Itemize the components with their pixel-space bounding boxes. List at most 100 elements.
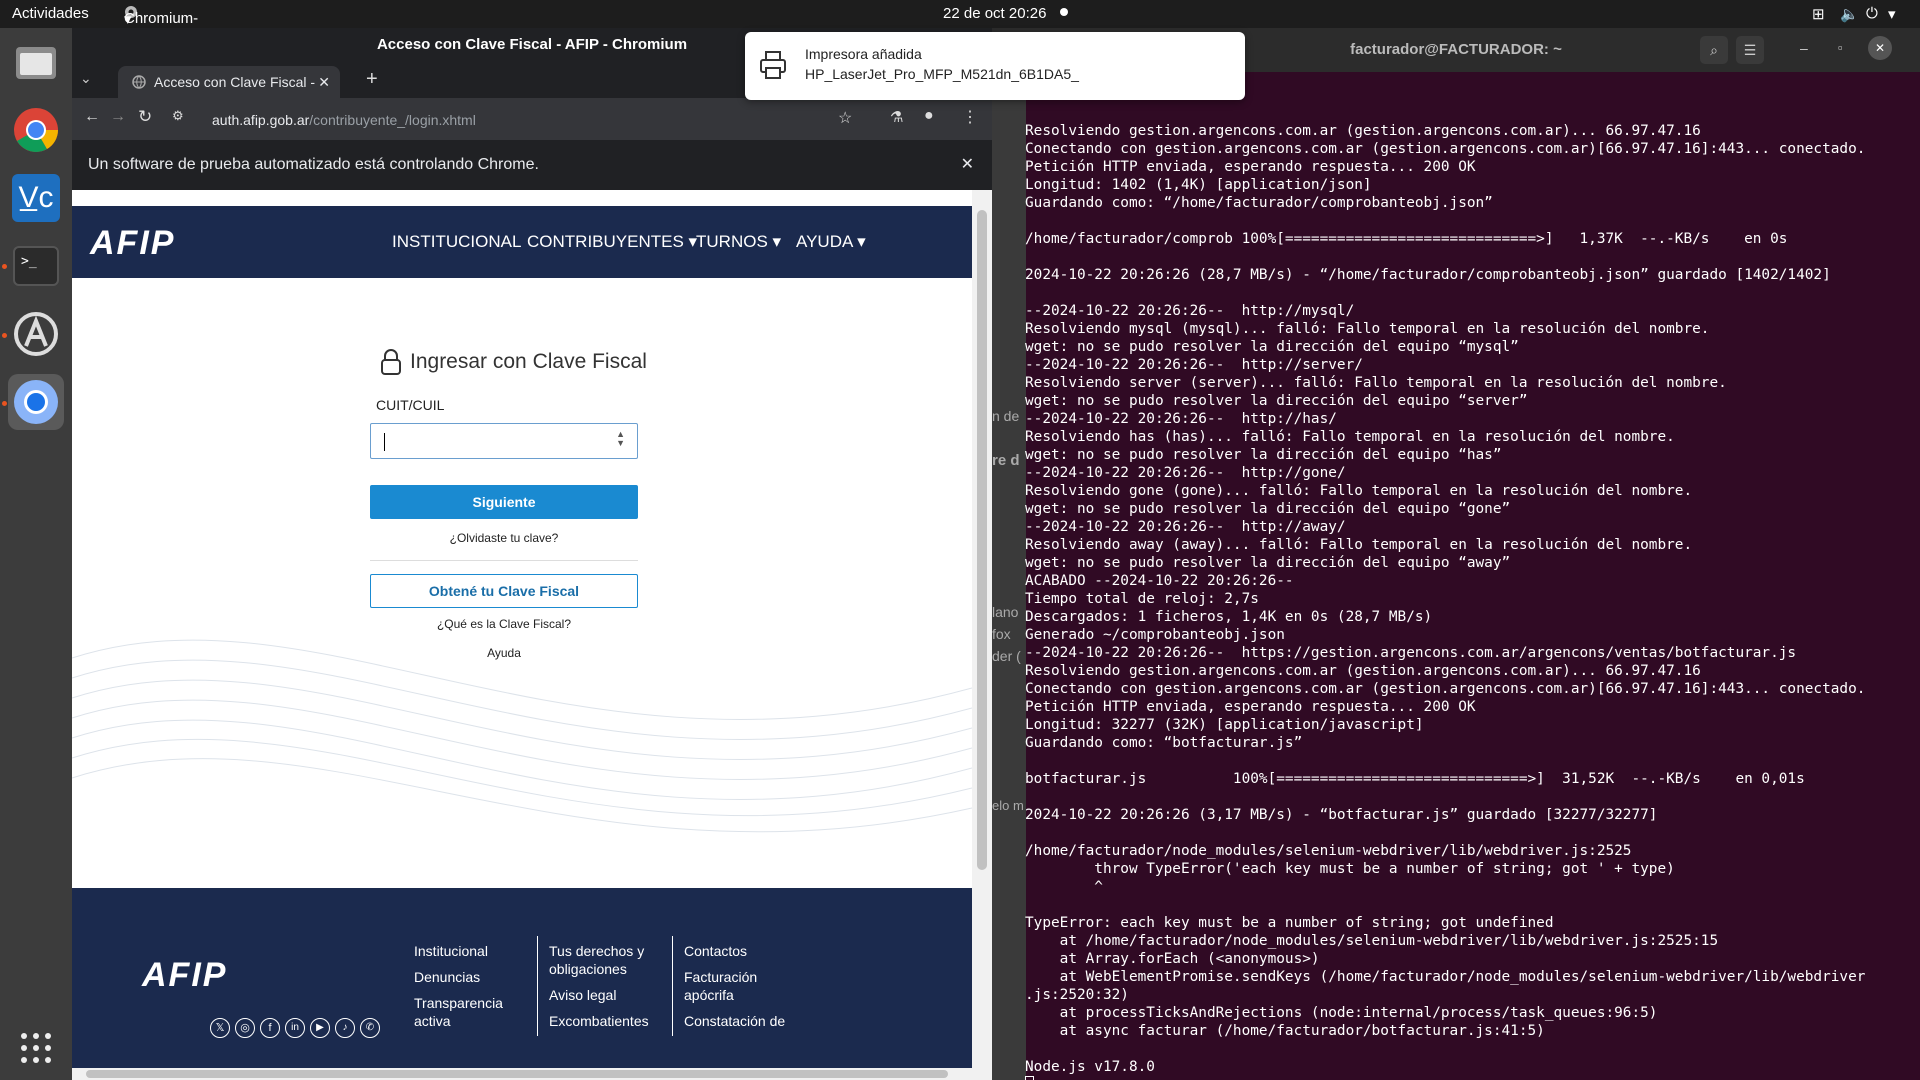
browser-window: Acceso con Clave Fiscal - AFIP - Chromiu… [72, 28, 992, 1080]
terminal-body[interactable]: n de re d lano fox der ( elo m Resolvien… [992, 72, 1920, 1080]
menu-kebab-icon[interactable]: ⋮ [962, 107, 978, 127]
close-window-icon[interactable]: ✕ [1868, 36, 1892, 60]
nav-ayuda[interactable]: AYUDA ▾ [796, 232, 866, 252]
footer-link[interactable]: Contactos [684, 942, 785, 960]
youtube-icon[interactable]: ▶ [310, 1018, 330, 1038]
address-bar[interactable]: auth.afip.gob.ar/contribuyente_/login.xh… [212, 106, 932, 134]
nav-turnos[interactable]: TURNOS ▾ [696, 232, 781, 252]
footer-link[interactable]: Denuncias [414, 968, 503, 986]
terminal-line: Resolviendo gone (gone)... falló: Fallo … [1025, 483, 1693, 499]
notification-dot-icon [1060, 8, 1068, 16]
terminal-line: wget: no se pudo resolver la dirección d… [1025, 339, 1519, 355]
footer-link[interactable]: Constatación de [684, 1012, 785, 1030]
vscode-icon[interactable]: V̲c [8, 170, 64, 226]
help-link[interactable]: Ayuda [370, 646, 638, 660]
terminal-line: Petición HTTP enviada, esperando respues… [1025, 699, 1476, 715]
nav-institucional[interactable]: INSTITUCIONAL [392, 232, 521, 252]
forgot-link[interactable]: ¿Olvidaste tu clave? [370, 531, 638, 545]
new-tab-icon[interactable]: + [366, 68, 378, 91]
scrollbar-thumb[interactable] [86, 1070, 948, 1078]
terminal-line: at WebElementPromise.sendKeys (/home/fac… [1025, 969, 1866, 985]
tab-search-icon[interactable]: ⌄ [80, 70, 92, 87]
back-icon[interactable]: ← [84, 108, 100, 126]
next-button[interactable]: Siguiente [370, 485, 638, 519]
running-indicator [2, 401, 7, 406]
network-icon[interactable]: ⊞ [1812, 5, 1825, 23]
hamburger-menu-icon[interactable]: ☰ [1736, 36, 1764, 64]
files-icon[interactable] [8, 34, 64, 90]
activities-button[interactable]: Actividades [12, 5, 89, 22]
horizontal-scrollbar[interactable] [72, 1068, 972, 1080]
dock: V̲c >_ [0, 28, 72, 1080]
site-info-icon[interactable]: ⚙ [172, 108, 184, 124]
login-heading: Ingresar con Clave Fiscal [380, 348, 647, 376]
notification-body: HP_LaserJet_Pro_MFP_M521dn_6B1DA5_ [805, 66, 1079, 82]
footer-link[interactable]: apócrifa [684, 986, 785, 1004]
search-icon[interactable]: ⌕ [1700, 36, 1728, 64]
afip-navbar: AFIP INSTITUCIONAL CONTRIBUYENTES ▾ TURN… [72, 206, 972, 278]
footer-divider [537, 936, 538, 1036]
tab-afip[interactable]: Acceso con Clave Fiscal - ✕ [118, 66, 340, 98]
facebook-icon[interactable]: f [260, 1018, 280, 1038]
chevron-down-icon[interactable]: ▾ [1888, 5, 1896, 23]
bookmark-star-icon[interactable]: ☆ [838, 108, 852, 128]
get-key-button[interactable]: Obtené tu Clave Fiscal [370, 574, 638, 608]
x-social-icon[interactable]: 𝕏 [210, 1018, 230, 1038]
reload-icon[interactable]: ↻ [138, 107, 152, 127]
footer-col-1: Institucional Denuncias Transparencia ac… [414, 942, 503, 1030]
footer-link[interactable]: activa [414, 1012, 503, 1030]
terminal-line: ^ [1025, 879, 1103, 895]
footer-link[interactable]: Institucional [414, 942, 503, 960]
terminal-line: /home/facturador/comprob 100%[==========… [1025, 231, 1788, 247]
tiktok-icon[interactable]: ♪ [335, 1018, 355, 1038]
app-menu[interactable]: Chromium-browser▾ [124, 5, 198, 44]
spinner-icon[interactable]: ▲ ▼ [616, 430, 625, 448]
vertical-scrollbar[interactable] [972, 190, 992, 1080]
scrollbar-thumb[interactable] [977, 210, 987, 870]
chrome-icon[interactable] [8, 102, 64, 158]
volume-icon[interactable]: 🔈 [1840, 5, 1859, 23]
footer-link[interactable]: Transparencia [414, 994, 503, 1012]
footer-link[interactable]: Aviso legal [549, 986, 649, 1004]
profile-icon[interactable]: ● [924, 107, 934, 125]
terminal-line: at Array.forEach (<anonymous>) [1025, 951, 1320, 967]
nav-contribuyentes[interactable]: CONTRIBUYENTES ▾ [527, 232, 697, 252]
chromium-icon[interactable] [8, 374, 64, 430]
power-icon[interactable]: ⏻ [1866, 5, 1878, 22]
software-updater-icon[interactable] [8, 306, 64, 362]
globe-icon [132, 75, 146, 89]
terminal-line: wget: no se pudo resolver la dirección d… [1025, 555, 1511, 571]
terminal-line: Conectando con gestion.argencons.com.ar … [1025, 141, 1866, 157]
footer-link[interactable]: Tus derechos y [549, 942, 649, 960]
maximize-icon[interactable]: ▫ [1838, 40, 1843, 55]
footer-link[interactable]: Facturación [684, 968, 785, 986]
clock[interactable]: 22 de oct 20:26 [943, 5, 1046, 22]
footer-link[interactable]: Excombatientes [549, 1012, 649, 1030]
terminal-output: Resolviendo gestion.argencons.com.ar (ge… [1025, 122, 1920, 1080]
social-icons: 𝕏 ◎ f in ▶ ♪ ✆ [210, 1018, 380, 1038]
instagram-icon[interactable]: ◎ [235, 1018, 255, 1038]
terminal-line: 2024-10-22 20:26:26 (3,17 MB/s) - “botfa… [1025, 807, 1658, 823]
cuit-input[interactable]: ▲ ▼ [370, 423, 638, 459]
minimize-icon[interactable]: – [1800, 40, 1808, 56]
afip-logo[interactable]: AFIP [90, 224, 175, 263]
forward-icon[interactable]: → [110, 108, 126, 126]
close-infobar-icon[interactable]: ✕ [961, 140, 974, 190]
tab-title: Acceso con Clave Fiscal - [154, 74, 316, 90]
whatsapp-icon[interactable]: ✆ [360, 1018, 380, 1038]
what-is-link[interactable]: ¿Qué es la Clave Fiscal? [370, 617, 638, 631]
terminal-icon[interactable]: >_ [8, 238, 64, 294]
linkedin-icon[interactable]: in [285, 1018, 305, 1038]
running-indicator [2, 333, 7, 338]
labs-flask-icon[interactable]: ⚗ [890, 108, 903, 126]
terminal-window: facturador@FACTURADOR: ~ ⌕ ☰ – ▫ ✕ n de … [992, 28, 1920, 1080]
printer-notification[interactable]: Impresora añadida HP_LaserJet_Pro_MFP_M5… [745, 32, 1245, 100]
terminal-line: /home/facturador/node_modules/selenium-w… [1025, 843, 1632, 859]
close-tab-icon[interactable]: ✕ [318, 66, 330, 98]
terminal-line: Resolviendo has (has)... falló: Fallo te… [1025, 429, 1675, 445]
footer-link[interactable]: obligaciones [549, 960, 649, 978]
app-grid-icon[interactable] [8, 1020, 64, 1076]
